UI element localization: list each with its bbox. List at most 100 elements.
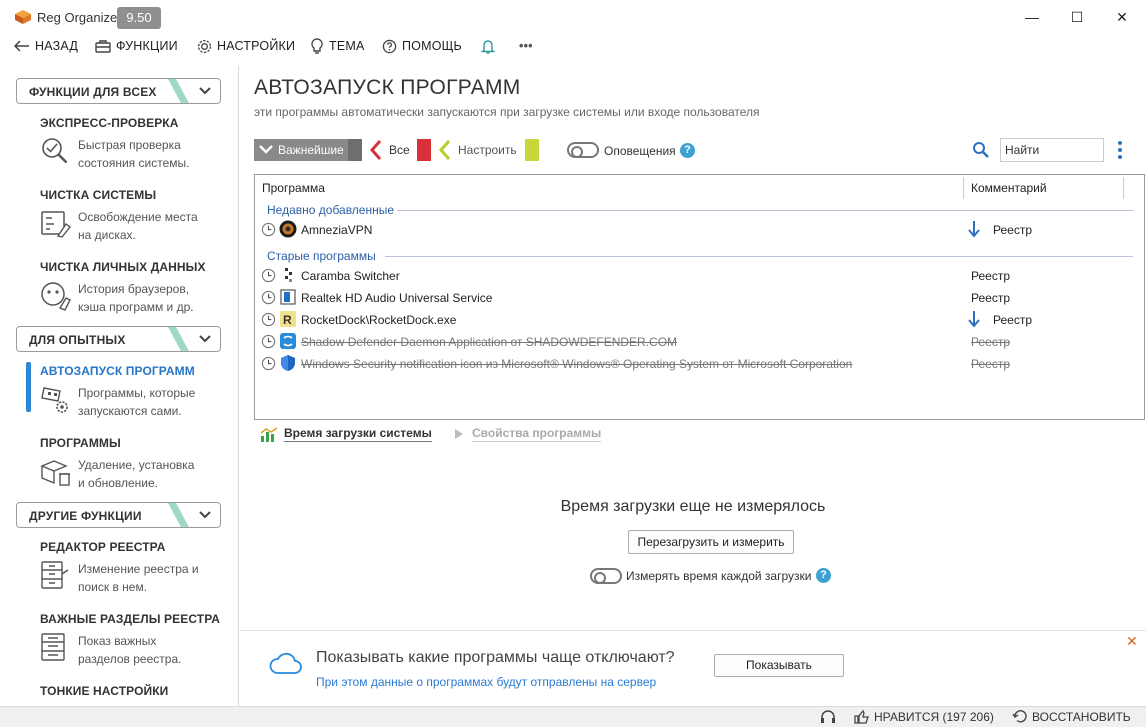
- table-row[interactable]: R RocketDock\RocketDock.exe Реестр: [255, 309, 1144, 331]
- play-triangle-icon: [455, 429, 463, 439]
- notifications-menu[interactable]: [480, 36, 501, 56]
- column-program[interactable]: Программа: [262, 181, 325, 195]
- minimize-button[interactable]: —: [1017, 6, 1047, 28]
- sidebar-item-fine-tuning[interactable]: ТОНКИЕ НАСТРОЙКИ: [40, 684, 230, 698]
- program-comment: Реестр: [971, 357, 1010, 371]
- sidebar-item-programs[interactable]: ПРОГРАММЫ Удаление, установка и обновлени…: [40, 436, 230, 490]
- filter-important-button[interactable]: Важнейшие: [254, 139, 362, 161]
- table-row[interactable]: Realtek HD Audio Universal Service Реест…: [255, 287, 1144, 309]
- realtek-app-icon: [280, 289, 296, 305]
- notice-subtext-link[interactable]: При этом данные о программах будут отпра…: [316, 675, 656, 689]
- bar-chart-icon: [260, 427, 278, 442]
- close-window-button[interactable]: ✕: [1107, 6, 1137, 28]
- sidebar-item-desc: Удаление, установка и обновление.: [78, 458, 195, 490]
- table-row[interactable]: AmneziaVPN Реестр: [255, 219, 1144, 241]
- sidebar-item-express-check[interactable]: ЭКСПРЕСС-ПРОВЕРКА Быстрая проверка состоя…: [40, 116, 230, 170]
- table-row[interactable]: Caramba Switcher Реестр: [255, 265, 1144, 287]
- notice-panel: Показывать какие программы чаще отключаю…: [240, 630, 1146, 706]
- table-row[interactable]: Windows Security notification icon из Mi…: [255, 353, 1144, 375]
- sidebar-item-system-cleanup[interactable]: ЧИСТКА СИСТЕМЫ Освобождение места на диск…: [40, 188, 230, 242]
- back-menu[interactable]: НАЗАД: [14, 36, 78, 56]
- title-bar: Reg Organizer 9.50 — ☐ ✕: [0, 0, 1146, 34]
- clock-icon: [261, 334, 276, 349]
- clock-icon: [261, 312, 276, 327]
- group-recent: Недавно добавленные: [267, 203, 395, 217]
- magnifier-check-icon: [42, 138, 68, 164]
- measure-each-boot-toggle[interactable]: [590, 568, 622, 584]
- functions-menu[interactable]: ФУНКЦИИ: [95, 36, 178, 56]
- svg-text:R: R: [283, 313, 292, 327]
- filter-configure-button[interactable]: Настроить: [438, 139, 539, 161]
- clock-icon: [261, 290, 276, 305]
- reboot-measure-button[interactable]: Перезагрузить и измерить: [628, 530, 794, 554]
- section-header-advanced[interactable]: ДЛЯ ОПЫТНЫХ: [16, 326, 221, 352]
- arrow-left-icon: [14, 40, 29, 52]
- sidebar-item-desc: Быстрая проверка состояния системы.: [78, 138, 190, 170]
- active-indicator: [26, 362, 31, 412]
- help-label: ПОМОЩЬ: [402, 39, 462, 53]
- filter-swatch: [348, 139, 362, 161]
- program-name: Windows Security notification icon из Mi…: [301, 357, 853, 371]
- section-label: ФУНКЦИИ ДЛЯ ВСЕХ: [29, 85, 157, 99]
- table-row[interactable]: Shadow Defender Daemon Application от SH…: [255, 331, 1144, 353]
- program-name: RocketDock\RocketDock.exe: [301, 313, 457, 327]
- sidebar-item-title: АВТОЗАПУСК ПРОГРАММ: [40, 364, 195, 378]
- more-menu[interactable]: •••: [519, 36, 533, 56]
- group-divider: [385, 256, 1133, 257]
- filter-all-button[interactable]: Все: [369, 139, 431, 161]
- column-separator: [1123, 177, 1124, 199]
- registry-list-icon: [41, 633, 65, 661]
- close-notice-icon[interactable]: ✕: [1126, 633, 1138, 650]
- chevron-down-icon: [259, 145, 273, 154]
- like-count: НРАВИТСЯ (197 206): [874, 709, 994, 724]
- measure-help-icon[interactable]: ?: [816, 568, 831, 583]
- settings-menu[interactable]: НАСТРОЙКИ: [197, 36, 295, 56]
- box-trash-icon: [40, 460, 70, 486]
- toolbox-icon: [95, 40, 111, 53]
- page-title: АВТОЗАПУСК ПРОГРАММ: [254, 76, 521, 99]
- tab-program-properties[interactable]: Свойства программы: [472, 426, 602, 442]
- theme-menu[interactable]: ТЕМА: [310, 36, 365, 56]
- sidebar-item-title: ЧИСТКА ЛИЧНЫХ ДАННЫХ: [40, 260, 206, 274]
- program-comment: Реестр: [971, 291, 1010, 305]
- column-comment[interactable]: Комментарий: [971, 181, 1047, 195]
- section-header-other[interactable]: ДРУГИЕ ФУНКЦИИ: [16, 502, 221, 528]
- gear-icon: [197, 39, 212, 53]
- support-headset-icon[interactable]: [820, 709, 840, 724]
- show-button[interactable]: Показывать: [714, 654, 844, 677]
- caramba-switcher-app-icon: [285, 268, 292, 282]
- sidebar-item-desc: Показ важных разделов реестра.: [78, 634, 182, 666]
- tab-boot-time[interactable]: Время загрузки системы: [284, 426, 432, 442]
- version-badge: 9.50: [117, 7, 161, 29]
- functions-label: ФУНКЦИИ: [116, 39, 178, 53]
- section-header-for-all[interactable]: ФУНКЦИИ ДЛЯ ВСЕХ: [16, 78, 221, 104]
- status-bar: НРАВИТСЯ (197 206) ВОССТАНОВИТЬ: [0, 706, 1146, 727]
- boot-time-message: Время загрузки еще не измерялось: [560, 498, 826, 515]
- chevron-down-icon: [199, 511, 211, 519]
- sidebar-item-privacy-cleanup[interactable]: ЧИСТКА ЛИЧНЫХ ДАННЫХ История браузеров, к…: [40, 260, 230, 314]
- theme-label: ТЕМА: [329, 39, 365, 53]
- search-input[interactable]: Найти: [1000, 138, 1104, 162]
- shadow-defender-app-icon: [280, 333, 296, 349]
- program-name: Realtek HD Audio Universal Service: [301, 291, 493, 305]
- help-menu[interactable]: ПОМОЩЬ: [382, 36, 462, 56]
- sidebar-item-registry-editor[interactable]: РЕДАКТОР РЕЕСТРА Изменение реестра и поис…: [40, 540, 230, 594]
- program-comment: Реестр: [971, 335, 1010, 349]
- more-vertical-icon[interactable]: [1116, 140, 1124, 160]
- sidebar-item-important-registry[interactable]: ВАЖНЫЕ РАЗДЕЛЫ РЕЕСТРА Показ важных разде…: [40, 612, 230, 666]
- clock-icon: [261, 268, 276, 283]
- column-separator: [963, 177, 964, 199]
- back-label: НАЗАД: [35, 39, 78, 53]
- reg-organizer-logo-icon: [15, 10, 31, 24]
- group-divider: [397, 210, 1133, 211]
- sidebar-item-autorun[interactable]: АВТОЗАПУСК ПРОГРАММ Программы, которые за…: [40, 364, 230, 418]
- sidebar-item-title: ЭКСПРЕСС-ПРОВЕРКА: [40, 116, 179, 130]
- sidebar-item-title: ПРОГРАММЫ: [40, 436, 121, 450]
- notifications-toggle[interactable]: [567, 142, 599, 158]
- like-button[interactable]: НРАВИТСЯ (197 206): [854, 709, 994, 724]
- program-name: Caramba Switcher: [301, 269, 400, 283]
- maximize-button[interactable]: ☐: [1062, 6, 1092, 28]
- notifications-help-icon[interactable]: ?: [680, 143, 695, 158]
- search-icon[interactable]: [972, 141, 990, 159]
- restore-button[interactable]: ВОССТАНОВИТЬ: [1012, 709, 1131, 724]
